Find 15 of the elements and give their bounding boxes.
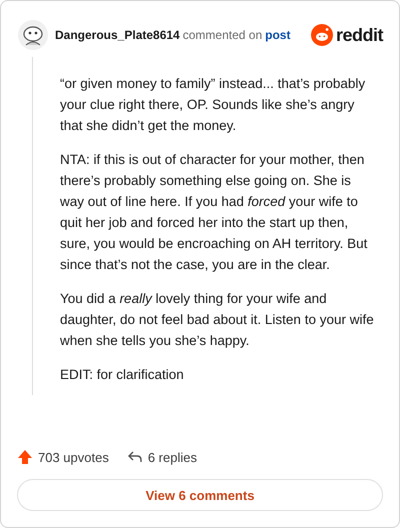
- upvote-icon[interactable]: [17, 449, 33, 465]
- upvote-count: 703 upvotes: [38, 450, 109, 464]
- author-name[interactable]: Dangerous_Plate8614: [55, 28, 180, 42]
- brand-name: reddit: [336, 24, 383, 46]
- comment-paragraph: “or given money to family” instead... that’s probably your clue right there, OP. Sounds like she’s angry that she didn’t get the money.: [60, 75, 366, 135]
- post-link[interactable]: post: [265, 28, 290, 42]
- comment-paragraph: You did a really lovely thing for your wife and daughter, do not feel bad about it. Listen to your wife when she tells you she’s happy.: [60, 290, 375, 350]
- view-comments-button[interactable]: View 6 comments: [17, 479, 383, 511]
- action-text: commented on: [182, 28, 262, 42]
- reply-count: 6 replies: [148, 450, 197, 464]
- comment-paragraph: NTA: if this is out of character for your mother, then there’s probably something else going on. She is way out of line here. If you had forced your wife to quit her job and forced her into the start up then, sure, you would be encroaching on AH territory. But since that’s not the case, you are in the clear.: [60, 151, 368, 274]
- comment-paragraph: EDIT: for clarification: [60, 366, 185, 384]
- avatar-icon: [17, 19, 49, 51]
- reply-icon[interactable]: [126, 449, 143, 465]
- reddit-logo-icon: [310, 24, 333, 46]
